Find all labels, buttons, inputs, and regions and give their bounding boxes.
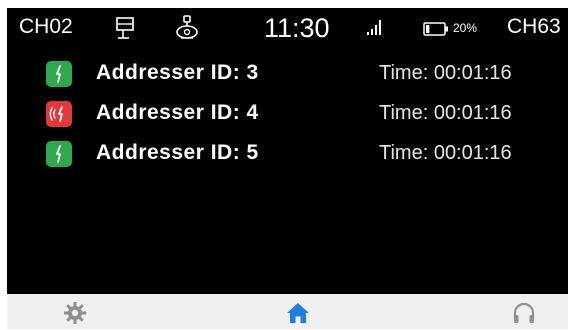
addresser-row[interactable]: Addresser ID: 5 Time: 00:01:16 [7, 139, 568, 169]
network-icon [115, 16, 135, 45]
gear-icon [63, 301, 87, 330]
wireless-mic-icon [174, 15, 200, 46]
battery-icon [423, 22, 449, 41]
battery-percent: 20% [453, 21, 478, 35]
mic-connected-icon [46, 61, 72, 87]
addresser-time: Time: 00:01:16 [379, 142, 512, 164]
right-channel-label: CH63 [507, 15, 561, 38]
addresser-time: Time: 00:01:16 [379, 102, 512, 124]
clock-time: 11:30 [264, 13, 330, 43]
left-channel-label: CH02 [19, 15, 73, 38]
mic-connected-icon [46, 141, 72, 167]
device-screen: CH02 11:30 20% CH63 Addresser ID: 3 Time… [7, 8, 568, 294]
addresser-row[interactable]: Addresser ID: 4 Time: 00:01:16 [7, 99, 568, 129]
status-bar: CH02 11:30 20% CH63 [7, 8, 568, 48]
addresser-id-label: Addresser ID: 3 [96, 61, 259, 84]
addresser-id-label: Addresser ID: 4 [96, 101, 259, 124]
home-icon [286, 302, 310, 329]
home-button[interactable] [273, 294, 323, 329]
bottom-nav [7, 294, 568, 329]
signal-bars-icon [366, 18, 384, 41]
addresser-id-label: Addresser ID: 5 [96, 141, 259, 164]
addresser-time: Time: 00:01:16 [379, 62, 512, 84]
headphones-icon [512, 302, 536, 329]
calling-mic-icon [46, 101, 72, 127]
audio-button[interactable] [501, 294, 547, 329]
addresser-row[interactable]: Addresser ID: 3 Time: 00:01:16 [7, 59, 568, 89]
settings-button[interactable] [52, 294, 98, 329]
